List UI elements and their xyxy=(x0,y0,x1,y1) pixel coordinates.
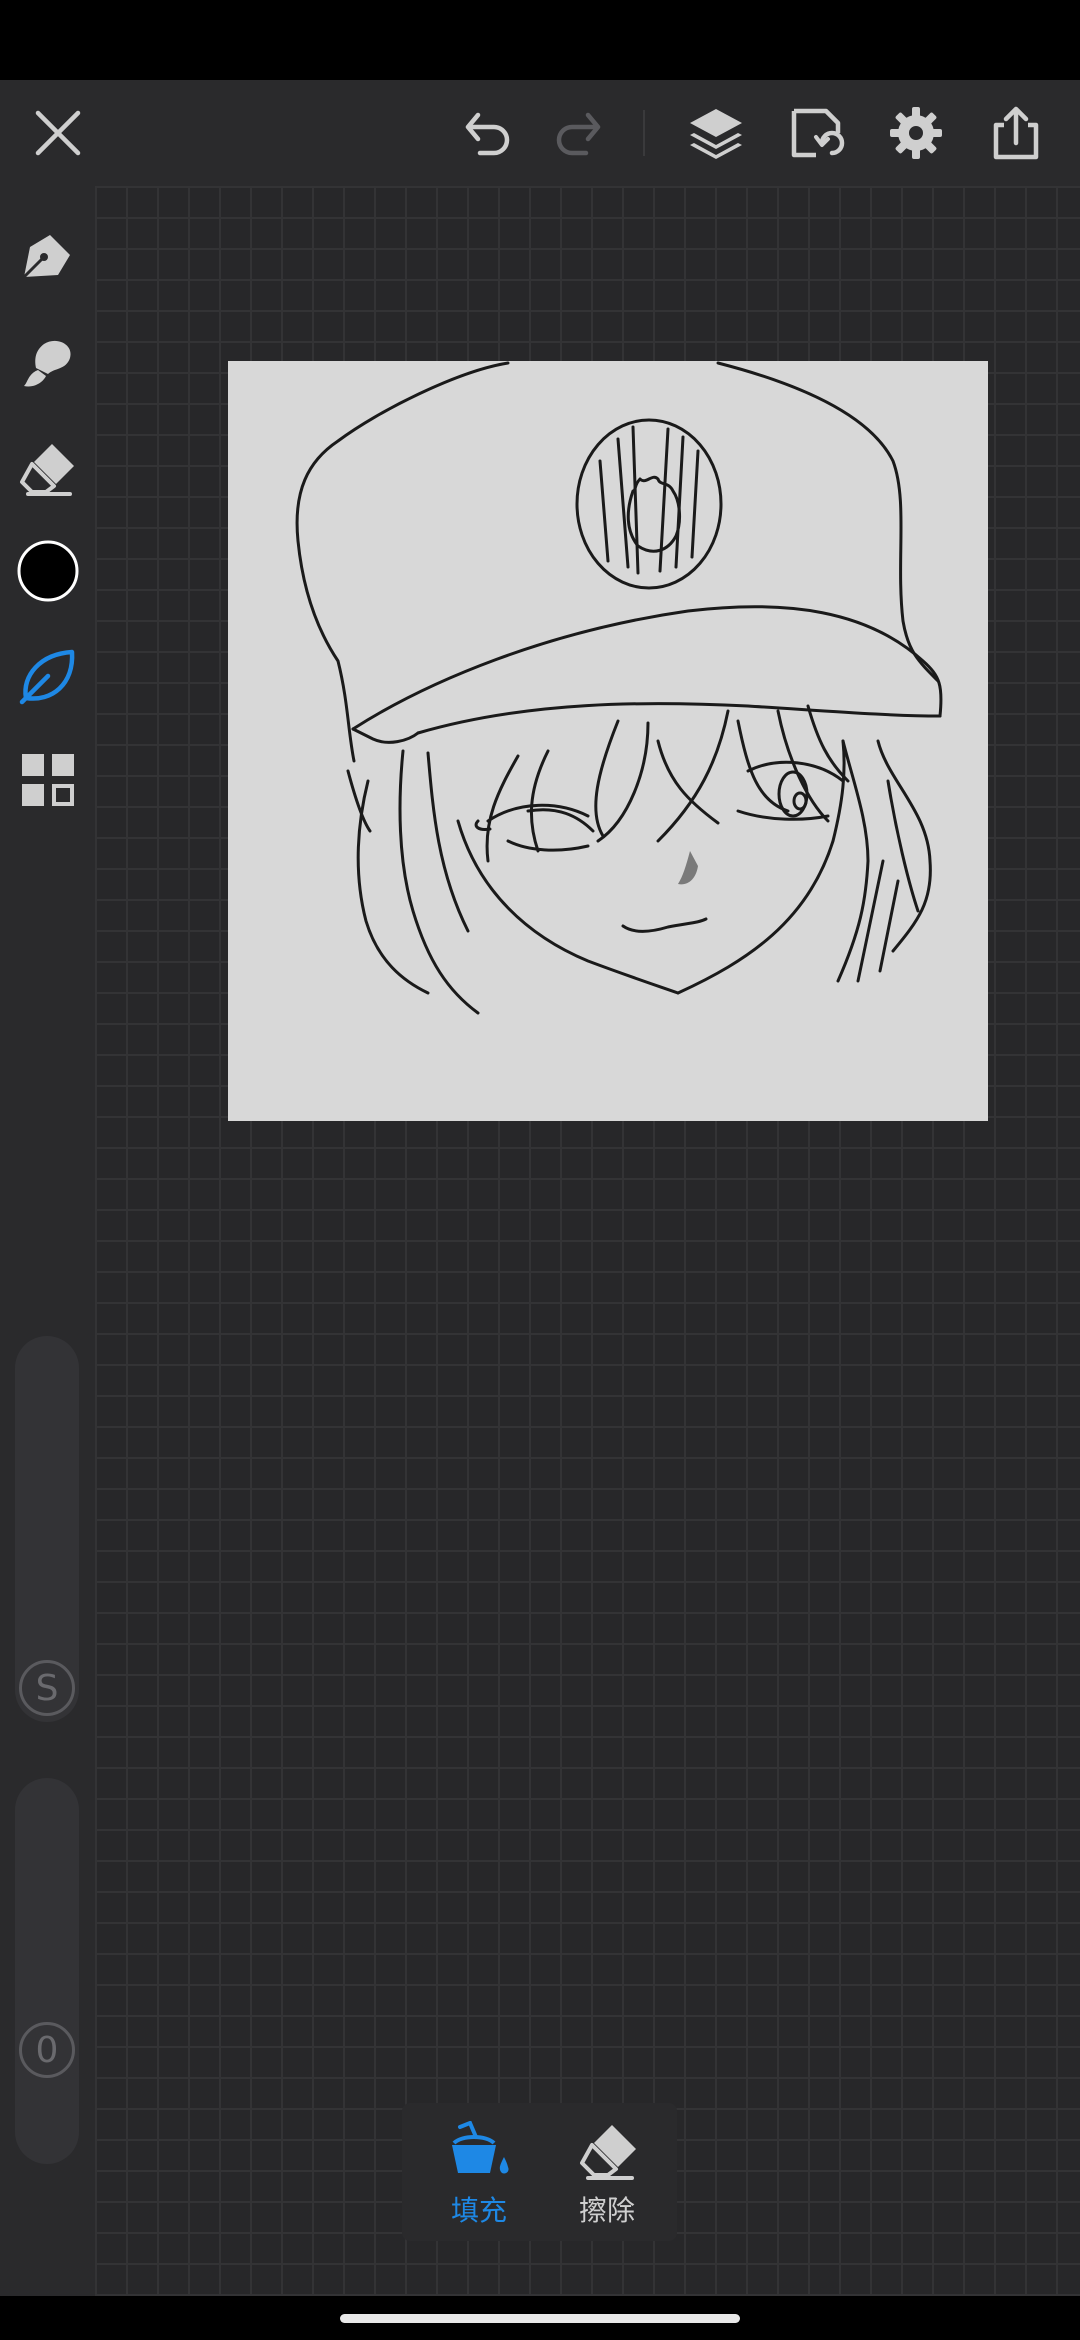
drawing-canvas[interactable] xyxy=(228,361,988,1121)
brush-icon xyxy=(23,340,71,387)
opacity-slider[interactable] xyxy=(15,1778,79,2164)
import-icon xyxy=(791,108,845,158)
settings-icon xyxy=(890,107,942,159)
fill-mode-label: 填充 xyxy=(450,2194,507,2227)
opacity-knob[interactable]: 0 xyxy=(19,2022,75,2078)
import-button[interactable] xyxy=(768,80,864,186)
more-tools-button[interactable] xyxy=(0,732,95,828)
brush-tool-button[interactable] xyxy=(0,314,95,410)
close-button[interactable] xyxy=(10,80,106,186)
navigation-bar xyxy=(0,2296,1080,2340)
redo-button[interactable] xyxy=(530,80,626,186)
pen-icon xyxy=(22,235,70,279)
undo-icon xyxy=(465,112,510,156)
share-button[interactable] xyxy=(968,80,1064,186)
paint-bucket-icon xyxy=(452,2121,509,2174)
eraser-tool-button[interactable] xyxy=(0,420,95,516)
eraser-icon xyxy=(19,444,74,496)
brush-size-knob[interactable]: S xyxy=(19,1660,75,1716)
toolbar-divider xyxy=(643,110,645,156)
left-toolbar: S 0 xyxy=(0,186,95,2296)
color-picker-button[interactable] xyxy=(0,523,95,619)
eraser-icon xyxy=(580,2125,636,2180)
layers-button[interactable] xyxy=(668,80,764,186)
fill-mode-button[interactable]: 填充 xyxy=(414,2103,544,2241)
top-toolbar xyxy=(0,80,1080,186)
settings-button[interactable] xyxy=(868,80,964,186)
line-art-drawing xyxy=(295,361,943,1015)
color-swatch xyxy=(17,540,78,602)
redo-icon xyxy=(556,112,601,156)
close-icon xyxy=(35,110,81,156)
erase-mode-button[interactable]: 擦除 xyxy=(542,2103,672,2241)
fill-tool-button[interactable] xyxy=(0,628,95,724)
share-icon xyxy=(993,106,1039,160)
layers-icon xyxy=(690,109,742,159)
grid-icon xyxy=(21,754,74,806)
erase-mode-label: 擦除 xyxy=(578,2194,635,2227)
leaf-icon xyxy=(19,649,74,705)
undo-button[interactable] xyxy=(440,80,536,186)
fill-mode-panel: 填充 擦除 xyxy=(402,2103,677,2241)
pen-tool-button[interactable] xyxy=(0,209,95,305)
status-bar xyxy=(0,0,1080,80)
home-indicator[interactable] xyxy=(340,2314,740,2323)
